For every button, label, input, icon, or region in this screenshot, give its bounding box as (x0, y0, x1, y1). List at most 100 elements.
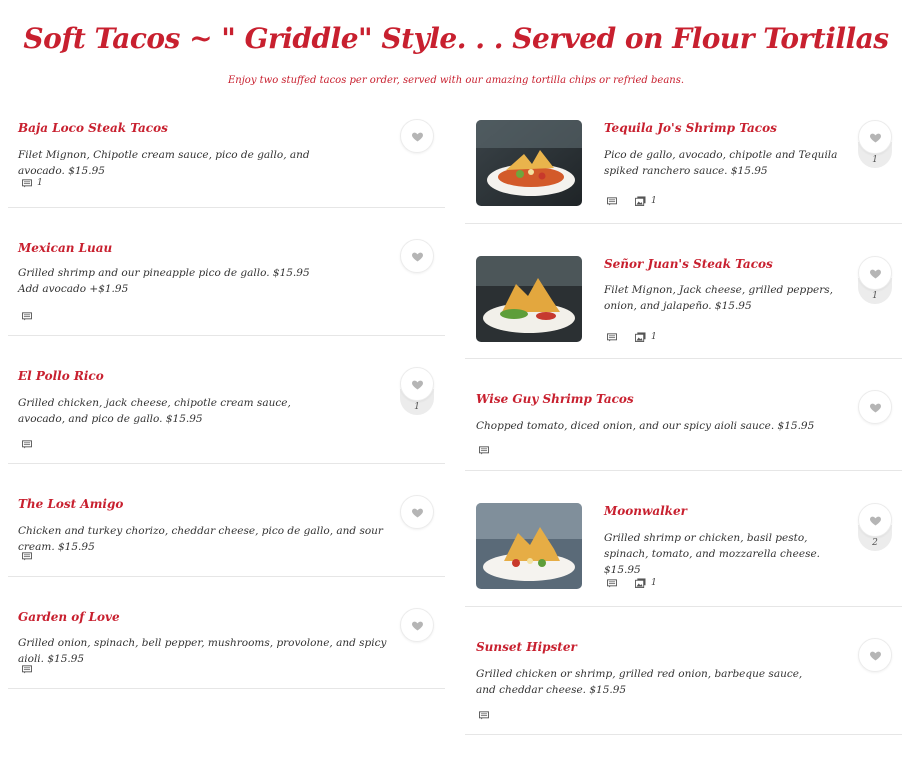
comments-count[interactable]: 1 (22, 178, 43, 188)
page-subtitle: Enjoy two stuffed tacos per order, serve… (227, 75, 685, 86)
favorite: 2 (858, 503, 892, 551)
favorite: 1 (858, 256, 892, 304)
favorite-button[interactable] (400, 367, 434, 401)
comment-icon (22, 312, 32, 321)
item-name[interactable]: Wise Guy Shrimp Tacos (476, 392, 634, 406)
item-description: Grilled shrimp and our pineapple pico de… (18, 267, 310, 279)
favorite-button[interactable] (858, 256, 892, 290)
menu-item[interactable]: The Lost Amigo Chicken and turkey choriz… (8, 488, 445, 577)
item-meta: 1 (607, 578, 669, 588)
item-description: Chopped tomato, diced onion, and our spi… (476, 420, 815, 432)
comments-count[interactable] (22, 665, 32, 674)
comments-count[interactable] (607, 579, 617, 588)
item-name[interactable]: Baja Loco Steak Tacos (18, 121, 168, 135)
heart-icon (869, 514, 882, 527)
favorite-button[interactable] (400, 119, 434, 153)
favorite (400, 608, 434, 642)
page-title: Soft Tacos ~ " Griddle" Style. . . Serve… (23, 22, 889, 55)
comments-count[interactable] (22, 440, 32, 449)
favorite-button[interactable] (400, 608, 434, 642)
comments-count[interactable] (22, 312, 32, 321)
item-meta (22, 552, 44, 561)
menu-item[interactable]: Sunset Hipster Grilled chicken or shrimp… (465, 631, 902, 735)
favorite (400, 495, 434, 529)
item-name[interactable]: Moonwalker (604, 504, 687, 518)
favorite (400, 119, 434, 153)
item-description: Filet Mignon, Jack cheese, grilled peppe… (604, 284, 833, 312)
menu-item[interactable]: El Pollo Rico Grilled chicken, jack chee… (8, 360, 445, 464)
comments-count[interactable] (22, 552, 32, 561)
comment-icon (22, 440, 32, 449)
photo-icon (635, 332, 646, 342)
item-photo[interactable] (476, 503, 582, 589)
item-meta (479, 446, 501, 455)
menu-item[interactable]: Baja Loco Steak Tacos Filet Mignon, Chip… (8, 112, 445, 208)
item-name[interactable]: El Pollo Rico (18, 369, 104, 383)
comment-icon (479, 446, 489, 455)
item-name[interactable]: The Lost Amigo (18, 497, 123, 511)
item-meta (22, 440, 44, 449)
comments-count[interactable] (607, 197, 617, 206)
favorite-button[interactable] (400, 239, 434, 273)
menu-item[interactable]: Señor Juan's Steak Tacos Filet Mignon, J… (465, 256, 902, 359)
item-meta (479, 711, 501, 720)
comment-icon (607, 197, 617, 206)
menu-item[interactable]: Wise Guy Shrimp Tacos Chopped tomato, di… (465, 383, 902, 471)
item-meta (22, 312, 44, 321)
heart-icon (869, 401, 882, 414)
comment-icon (22, 179, 32, 188)
item-name[interactable]: Garden of Love (18, 610, 120, 624)
photos-count[interactable]: 1 (635, 578, 657, 588)
item-description: Grilled onion, spinach, bell pepper, mus… (18, 637, 387, 665)
item-meta: 1 (607, 196, 669, 206)
favorite-button[interactable] (400, 495, 434, 529)
item-description: Grilled chicken, jack cheese, chipotle c… (18, 397, 291, 425)
item-photo[interactable] (476, 256, 582, 342)
heart-icon (411, 619, 424, 632)
photos-count[interactable]: 1 (635, 332, 657, 342)
heart-icon (411, 378, 424, 391)
item-description: Chicken and turkey chorizo, cheddar chee… (18, 525, 383, 553)
photo-icon (635, 578, 646, 588)
item-meta: 1 (607, 332, 669, 342)
heart-icon (869, 649, 882, 662)
menu-item[interactable]: Tequila Jo's Shrimp Tacos Pico de gallo,… (465, 120, 902, 224)
comments-count[interactable] (479, 711, 489, 720)
menu-item[interactable]: Moonwalker Grilled shrimp or chicken, ba… (465, 503, 902, 607)
item-description: Pico de gallo, avocado, chipotle and Teq… (604, 149, 838, 177)
comments-count[interactable] (607, 333, 617, 342)
heart-icon (411, 130, 424, 143)
item-meta: 1 (22, 178, 55, 188)
item-addon: Add avocado +$1.95 (18, 283, 129, 295)
comment-icon (479, 711, 489, 720)
favorite: 1 (400, 367, 434, 415)
item-name[interactable]: Tequila Jo's Shrimp Tacos (604, 121, 777, 135)
favorite (858, 390, 892, 424)
comment-icon (607, 579, 617, 588)
favorite-button[interactable] (858, 390, 892, 424)
item-meta (22, 665, 44, 674)
menu-item[interactable]: Mexican Luau Grilled shrimp and our pine… (8, 232, 445, 336)
comments-count[interactable] (479, 446, 489, 455)
favorite-button[interactable] (858, 120, 892, 154)
item-name[interactable]: Señor Juan's Steak Tacos (604, 257, 773, 271)
item-name[interactable]: Mexican Luau (18, 241, 112, 255)
heart-icon (411, 506, 424, 519)
heart-icon (869, 267, 882, 280)
item-description: Filet Mignon, Chipotle cream sauce, pico… (18, 149, 310, 177)
favorite-button[interactable] (858, 503, 892, 537)
comment-icon (22, 552, 32, 561)
favorite (858, 638, 892, 672)
heart-icon (869, 131, 882, 144)
item-photo[interactable] (476, 120, 582, 206)
favorite-button[interactable] (858, 638, 892, 672)
comment-icon (607, 333, 617, 342)
menu-item[interactable]: Garden of Love Grilled onion, spinach, b… (8, 601, 445, 689)
photo-icon (635, 196, 646, 206)
favorite: 1 (858, 120, 892, 168)
item-description: Grilled chicken or shrimp, grilled red o… (476, 668, 803, 696)
item-name[interactable]: Sunset Hipster (476, 640, 577, 654)
comment-icon (22, 665, 32, 674)
heart-icon (411, 250, 424, 263)
photos-count[interactable]: 1 (635, 196, 657, 206)
